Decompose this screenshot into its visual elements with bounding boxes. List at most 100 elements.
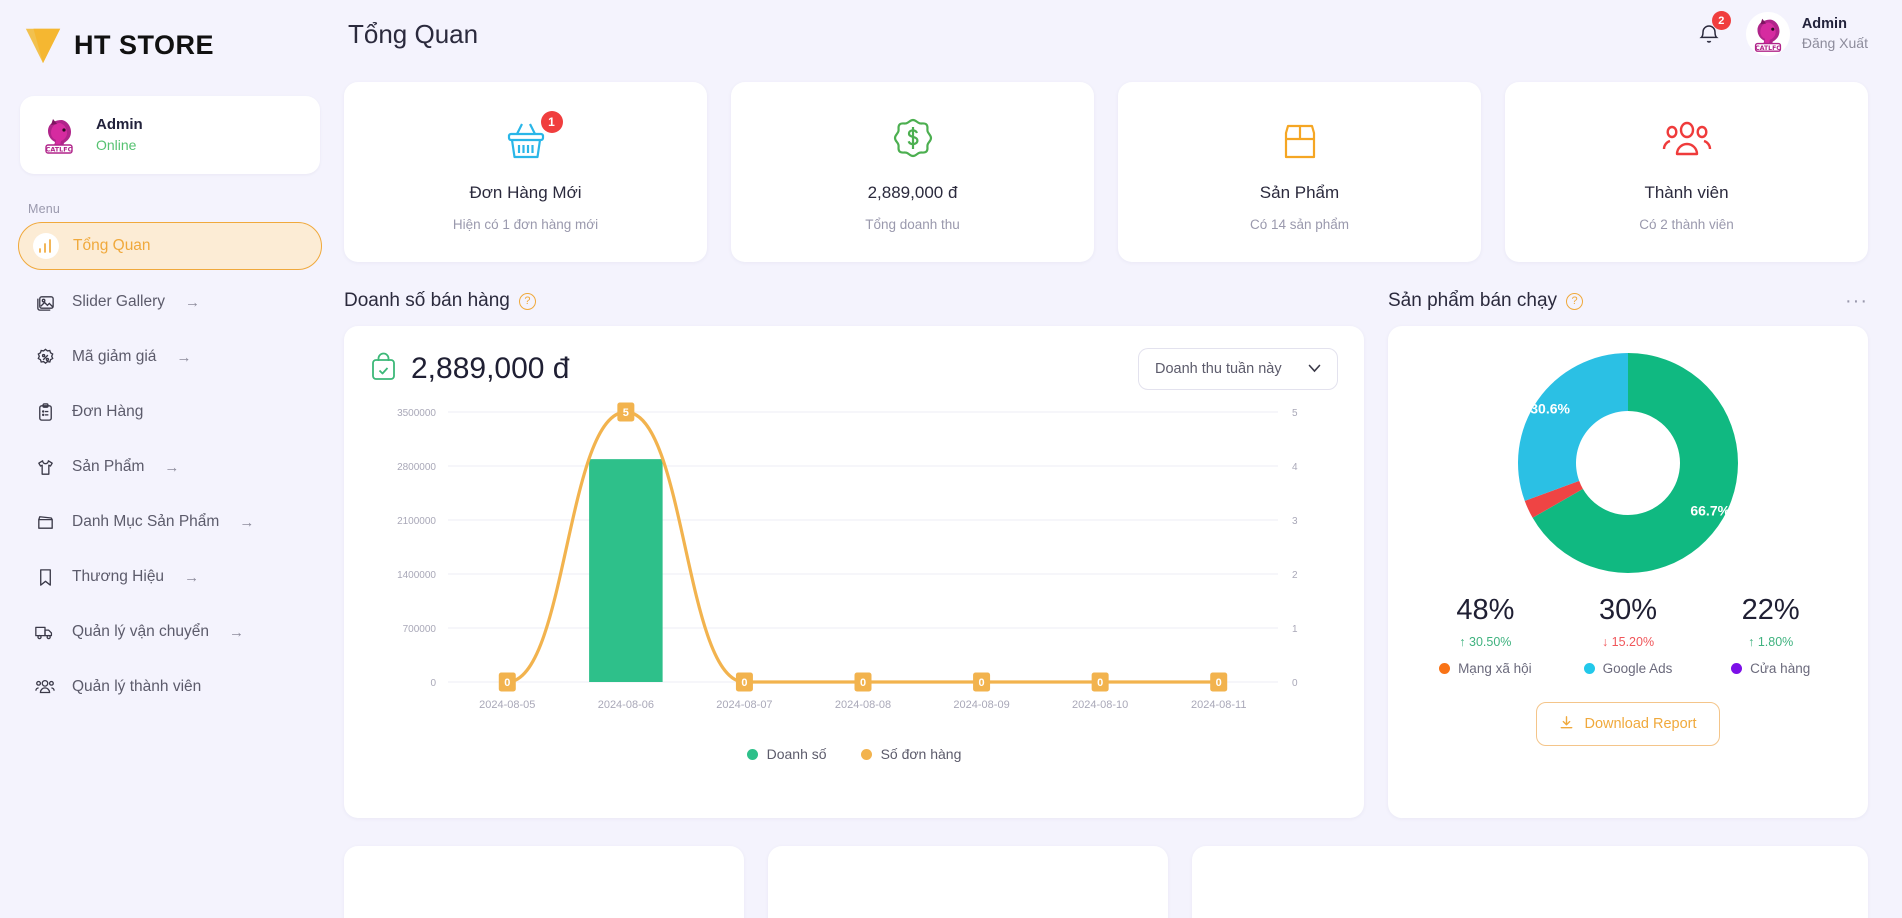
users-group-icon [1661, 113, 1713, 169]
sidebar-item-thuong-hieu[interactable]: Thương Hiệu → [18, 554, 322, 600]
sales-chart-svg: 0 0 700000 1 1400000 2 2100000 3 2800000 4 3500000… [397, 402, 1298, 711]
svg-text:2800000: 2800000 [397, 462, 436, 473]
header-actions: 2 CATLFC Admin Đăng Xuất [1694, 11, 1868, 56]
download-report-button[interactable]: Download Report [1536, 702, 1720, 746]
bottom-card-3[interactable] [1192, 846, 1868, 918]
stat-cards: 1 Đơn Hàng Mới Hiện có 1 đơn hàng mới 2,… [344, 82, 1868, 262]
sidebar-user-card[interactable]: CATLFC Admin Online [20, 96, 320, 174]
sidebar-item-label: Slider Gallery [72, 293, 166, 310]
logout-link[interactable]: Đăng Xuất [1802, 34, 1868, 54]
stat-title: 2,889,000 đ [867, 182, 958, 202]
chevron-right-arrow: → [176, 348, 192, 366]
svg-text:CATLFC: CATLFC [1755, 45, 1781, 52]
svg-text:0: 0 [1292, 678, 1298, 689]
bar-chart-icon [33, 233, 59, 259]
horse-mascot-avatar-icon: CATLFC [1745, 12, 1790, 56]
svg-text:1400000: 1400000 [397, 570, 436, 581]
bottom-card-2[interactable] [768, 846, 1168, 918]
chevron-right-arrow: → [229, 623, 245, 641]
sidebar-item-tong-quan[interactable]: Tổng Quan [18, 222, 322, 270]
sidebar-item-label: Thương Hiệu [72, 568, 165, 585]
brand[interactable]: HT STORE [0, 0, 340, 68]
sidebar-item-label: Danh Mục Sản Phẩm [72, 513, 220, 530]
stat-card-revenue[interactable]: 2,889,000 đ Tổng doanh thu [731, 82, 1094, 262]
page-title: Tổng Quan [348, 18, 479, 49]
legend-label: Số đơn hàng [880, 746, 962, 762]
chevron-down-icon [1308, 361, 1321, 377]
sidebar-item-label: Quản lý thành viên [72, 678, 202, 695]
source-stat-legend: Google Ads [1557, 661, 1700, 676]
section-headings: Doanh số bán hàng ? Sản phẩm bán chạy ? … [344, 290, 1868, 312]
svg-text:0: 0 [504, 677, 510, 689]
source-stat-store: 22% ↑ 1.80% Cửa hàng [1699, 594, 1842, 676]
download-report-label: Download Report [1584, 716, 1697, 732]
image-icon [32, 289, 58, 315]
source-stat-delta: ↑ 30.50% [1459, 635, 1512, 649]
box-icon [1275, 113, 1325, 169]
svg-text:2024-08-11: 2024-08-11 [1191, 699, 1246, 711]
sidebar: HT STORE CATLFC Admin Online Menu Tổng Q… [0, 0, 340, 918]
revenue-period-select[interactable]: Doanh thu tuần này [1138, 348, 1338, 390]
revenue-period-value: Doanh thu tuần này [1155, 361, 1282, 377]
header-user-name: Admin [1801, 16, 1847, 33]
svg-text:700000: 700000 [403, 624, 437, 635]
source-stat-label: Cửa hàng [1750, 661, 1811, 676]
legend-dot [1439, 663, 1451, 674]
svg-text:0: 0 [860, 677, 866, 689]
legend-item-so-don-hang[interactable]: Số đơn hàng [860, 746, 962, 762]
sales-chart[interactable]: 0 0 700000 1 1400000 2 2100000 3 2800000 4 3500000… [370, 402, 1338, 742]
svg-text:5: 5 [1292, 408, 1298, 419]
content: 1 Đơn Hàng Mới Hiện có 1 đơn hàng mới 2,… [340, 82, 1902, 918]
svg-text:0: 0 [1097, 677, 1103, 689]
svg-text:0: 0 [430, 678, 436, 689]
source-stat-value: 22% [1741, 594, 1800, 626]
source-stat-label: Google Ads [1602, 661, 1673, 676]
svg-text:2024-08-10: 2024-08-10 [1072, 699, 1128, 711]
stat-card-products[interactable]: Sản Phẩm Có 14 sản phẩm [1118, 82, 1481, 262]
basket-icon: 1 [501, 110, 563, 169]
best-products-donut[interactable]: 66.7% 30.6% [1513, 348, 1743, 578]
sidebar-item-san-pham[interactable]: Sản Phẩm → [18, 444, 322, 490]
sidebar-item-don-hang[interactable]: Đơn Hàng [18, 389, 322, 435]
source-stat-legend: Mạng xã hội [1414, 661, 1557, 676]
notifications-button[interactable]: 2 [1694, 11, 1731, 51]
more-options-icon[interactable]: ··· [1845, 291, 1868, 311]
sidebar-item-quan-ly-van-chuyen[interactable]: Quản lý vận chuyển → [18, 609, 322, 655]
bookmark-icon [32, 564, 58, 590]
sidebar-user-name: Admin [96, 116, 143, 134]
svg-text:0: 0 [979, 677, 985, 689]
horse-mascot-avatar-icon: CATLFC [36, 112, 82, 158]
sidebar-item-quan-ly-thanh-vien[interactable]: Quản lý thành viên [18, 664, 322, 710]
tshirt-icon [32, 454, 58, 480]
svg-text:2024-08-09: 2024-08-09 [953, 699, 1009, 711]
stat-card-new-orders[interactable]: 1 Đơn Hàng Mới Hiện có 1 đơn hàng mới [344, 82, 707, 262]
svg-text:0: 0 [741, 677, 747, 689]
svg-text:3: 3 [1292, 516, 1298, 527]
sidebar-nav: Tổng Quan Slider Gallery → Mã giảm giá →… [0, 222, 340, 710]
svg-text:2100000: 2100000 [397, 516, 436, 527]
sidebar-item-slider-gallery[interactable]: Slider Gallery → [18, 279, 322, 325]
stat-card-members[interactable]: Thành viên Có 2 thành viên [1505, 82, 1868, 262]
svg-text:2024-08-07: 2024-08-07 [716, 699, 772, 711]
best-section-label: Sản phẩm bán chạy [1388, 290, 1558, 311]
chevron-right-arrow: → [164, 458, 180, 476]
svg-text:4: 4 [1292, 462, 1298, 473]
svg-text:66.7%: 66.7% [1690, 503, 1730, 519]
sidebar-item-label: Quản lý vận chuyển [72, 623, 210, 640]
legend-item-doanh-so[interactable]: Doanh số [746, 746, 827, 762]
sidebar-item-ma-giam-gia[interactable]: Mã giảm giá → [18, 334, 322, 380]
svg-text:30.6%: 30.6% [1530, 401, 1570, 417]
help-icon[interactable]: ? [518, 292, 536, 310]
user-menu[interactable]: CATLFC Admin Đăng Xuất [1745, 12, 1868, 56]
svg-text:2024-08-05: 2024-08-05 [479, 699, 535, 711]
sales-section-label: Doanh số bán hàng [344, 290, 510, 311]
chevron-right-arrow: → [239, 513, 255, 531]
sidebar-item-label: Đơn Hàng [72, 403, 144, 420]
sidebar-item-danh-muc-san-pham[interactable]: Danh Mục Sản Phẩm → [18, 499, 322, 545]
best-heading-wrap: Sản phẩm bán chạy ? ··· [1388, 290, 1868, 312]
notification-badge: 2 [1711, 11, 1731, 30]
help-icon[interactable]: ? [1566, 292, 1584, 310]
stat-subtitle: Có 14 sản phẩm [1249, 216, 1350, 232]
bottom-card-1[interactable] [344, 846, 744, 918]
legend-dot [746, 748, 758, 760]
